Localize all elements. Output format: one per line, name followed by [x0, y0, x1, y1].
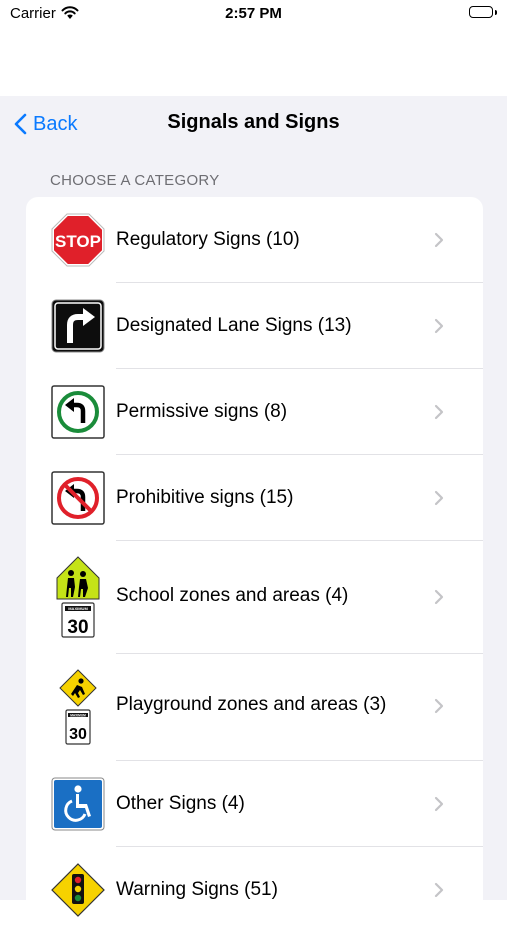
traffic-light-warning-icon	[51, 863, 105, 922]
main-content: Back Signals and Signs CHOOSE A CATEGORY…	[0, 96, 507, 937]
category-row-warning-signs[interactable]: Warning Signs (51)	[26, 847, 483, 937]
chevron-right-icon	[434, 796, 444, 817]
status-time: 2:57 PM	[225, 5, 282, 22]
category-label: Warning Signs (51)	[116, 879, 278, 900]
category-row-school-zones[interactable]: MAXIMUM 30 School zones and areas (4)	[26, 541, 483, 654]
chevron-right-icon	[434, 490, 444, 511]
navigation-bar: Back Signals and Signs	[0, 96, 507, 152]
maximum-text: MAXIMUM	[70, 713, 86, 717]
chevron-right-icon	[434, 589, 444, 610]
speed-limit-text: 30	[69, 726, 87, 743]
category-label: Playground zones and areas (3)	[116, 694, 387, 715]
stop-sign-icon: STOP	[51, 213, 105, 272]
stop-sign-text: STOP	[55, 232, 101, 251]
maximum-text: MAXIMUM	[68, 606, 88, 611]
category-label: School zones and areas (4)	[116, 585, 349, 606]
page-title: Signals and Signs	[167, 111, 340, 133]
category-row-other-signs[interactable]: Other Signs (4)	[26, 761, 483, 847]
category-list: STOP Regulatory Signs (10) Designated La…	[26, 197, 483, 937]
section-header: CHOOSE A CATEGORY	[50, 172, 220, 189]
category-label: Regulatory Signs (10)	[116, 229, 300, 250]
category-row-designated-lane[interactable]: Designated Lane Signs (13)	[26, 283, 483, 369]
category-label: Permissive signs (8)	[116, 401, 288, 422]
category-label: Other Signs (4)	[116, 793, 245, 814]
speed-limit-text: 30	[67, 617, 88, 638]
chevron-right-icon	[434, 318, 444, 339]
category-label: Designated Lane Signs (13)	[116, 315, 352, 336]
school-zone-icon: MAXIMUM 30	[51, 555, 105, 646]
category-row-prohibitive[interactable]: Prohibitive signs (15)	[26, 455, 483, 541]
playground-zone-icon: MAXIMUM 30	[51, 668, 105, 753]
left-turn-permitted-icon	[51, 385, 105, 444]
category-label: Prohibitive signs (15)	[116, 487, 294, 508]
battery-icon	[469, 6, 497, 19]
no-left-turn-icon	[51, 471, 105, 530]
chevron-right-icon	[434, 404, 444, 425]
chevron-right-icon	[434, 232, 444, 253]
chevron-right-icon	[434, 698, 444, 719]
status-bar: Carrier 2:57 PM	[0, 0, 507, 30]
category-row-playground-zones[interactable]: MAXIMUM 30 Playground zones and areas (3…	[26, 654, 483, 761]
turn-right-arrow-icon	[51, 299, 105, 358]
wheelchair-accessible-icon	[51, 777, 105, 836]
category-row-permissive[interactable]: Permissive signs (8)	[26, 369, 483, 455]
category-row-regulatory[interactable]: STOP Regulatory Signs (10)	[26, 197, 483, 283]
